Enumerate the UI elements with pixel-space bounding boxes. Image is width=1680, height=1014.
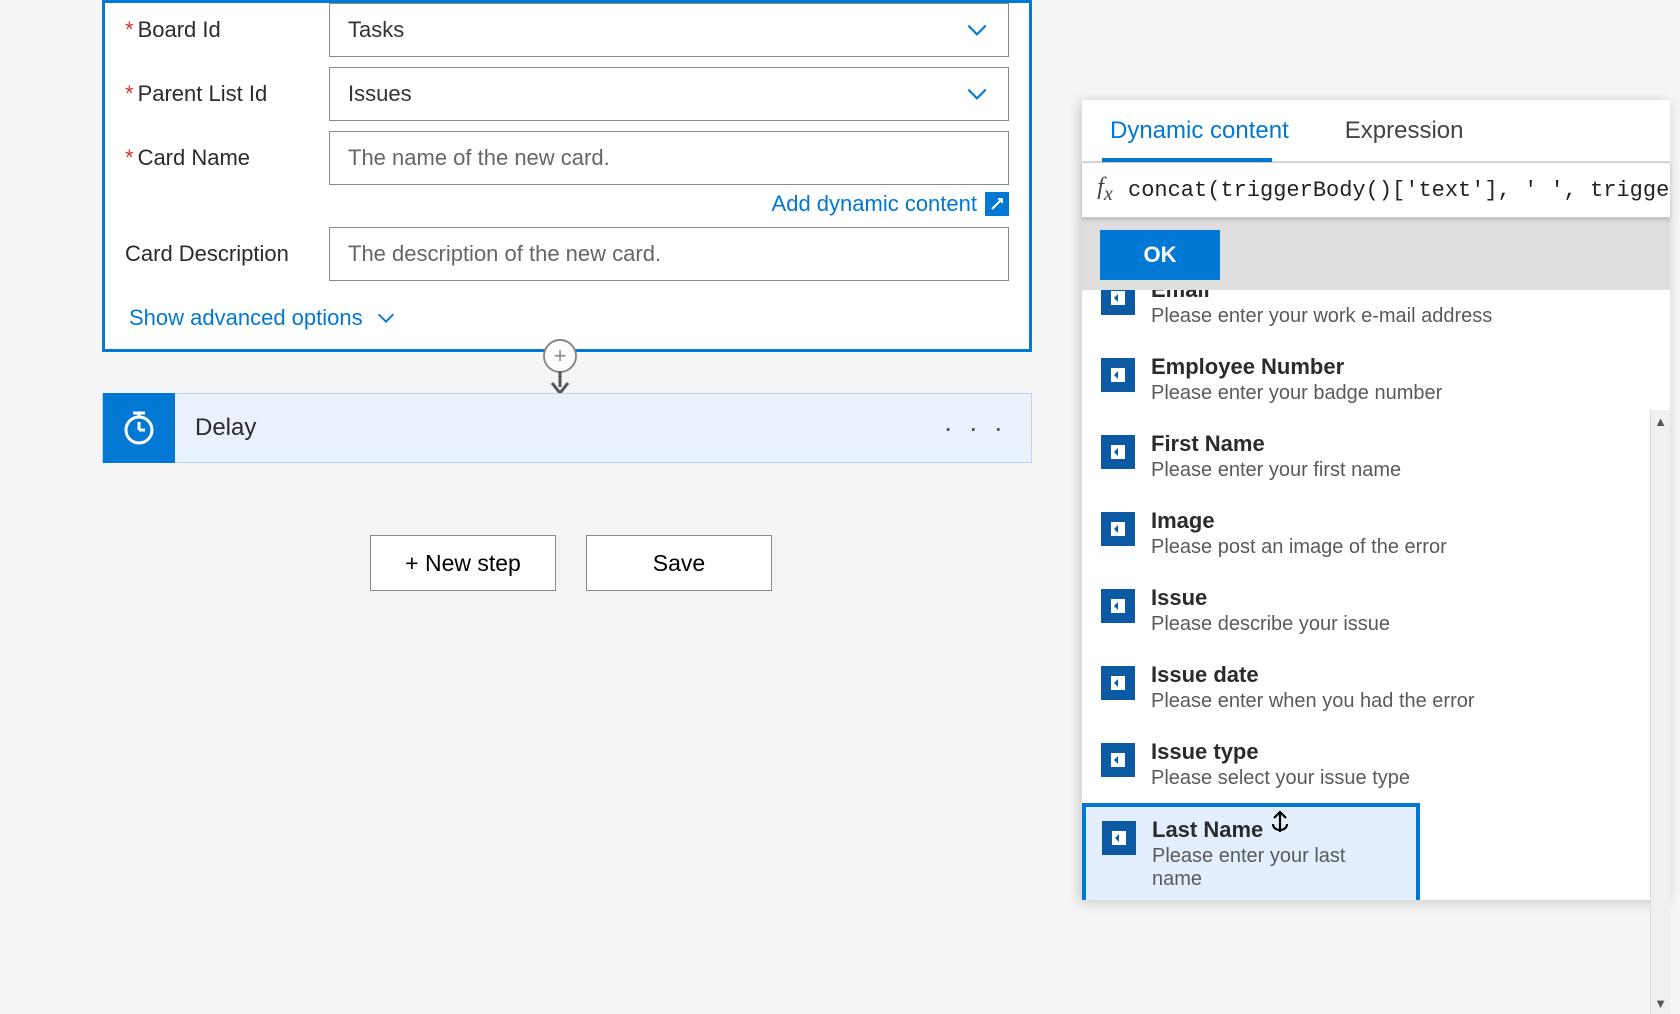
delay-icon	[103, 393, 175, 463]
chevron-down-icon	[964, 17, 990, 43]
forms-icon	[1101, 290, 1135, 315]
chevron-down-icon	[375, 307, 397, 329]
forms-icon	[1102, 821, 1136, 855]
add-dynamic-content-link[interactable]: Add dynamic content	[772, 191, 977, 217]
dc-item-image[interactable]: ImagePlease post an image of the error	[1082, 495, 1670, 572]
tab-expression[interactable]: Expression	[1317, 100, 1492, 161]
forms-icon	[1101, 512, 1135, 546]
expression-input[interactable]: concat(triggerBody()['text'], ' ', trigg…	[1128, 178, 1670, 203]
action-more-menu[interactable]: · · ·	[943, 412, 1007, 444]
dc-item-employee-number[interactable]: Employee NumberPlease enter your badge n…	[1082, 341, 1670, 418]
board-id-select[interactable]: Tasks	[329, 3, 1009, 57]
forms-icon	[1101, 358, 1135, 392]
forms-icon	[1101, 435, 1135, 469]
dc-item-email[interactable]: EmailPlease enter your work e-mail addre…	[1082, 290, 1670, 341]
dc-item-last-name[interactable]: Last NamePlease enter your last name	[1082, 803, 1420, 900]
delay-title: Delay	[195, 414, 943, 442]
save-button[interactable]: Save	[586, 535, 772, 591]
create-card-action: *Board Id Tasks *Parent List Id Issues	[102, 0, 1032, 352]
dynamic-content-list[interactable]: EmailPlease enter your work e-mail addre…	[1082, 290, 1670, 900]
dynamic-content-flyout: Dynamic content Expression fx concat(tri…	[1082, 100, 1670, 900]
scroll-down-icon[interactable]: ▼	[1651, 992, 1670, 1014]
add-step-between-icon[interactable]: +	[543, 339, 577, 373]
tab-dynamic-content[interactable]: Dynamic content	[1082, 100, 1317, 161]
flow-connector: +	[543, 339, 577, 395]
fx-icon: fx	[1082, 174, 1128, 206]
card-description-label: Card Description	[125, 227, 329, 267]
parent-list-id-select[interactable]: Issues	[329, 67, 1009, 121]
card-name-input[interactable]: The name of the new card.	[329, 131, 1009, 185]
forms-icon	[1101, 743, 1135, 777]
add-dynamic-content-icon[interactable]	[985, 192, 1009, 216]
dc-item-issue-type[interactable]: Issue typePlease select your issue type	[1082, 726, 1670, 803]
arrow-down-icon	[549, 371, 571, 395]
dc-item-issue[interactable]: IssuePlease describe your issue	[1082, 572, 1670, 649]
scrollbar[interactable]: ▲ ▼	[1650, 410, 1670, 1014]
card-name-label: *Card Name	[125, 131, 329, 171]
dc-item-issue-date[interactable]: Issue datePlease enter when you had the …	[1082, 649, 1670, 726]
board-id-label: *Board Id	[125, 3, 329, 43]
scroll-up-icon[interactable]: ▲	[1651, 410, 1670, 432]
ok-button[interactable]: OK	[1100, 230, 1220, 280]
parent-list-id-label: *Parent List Id	[125, 67, 329, 107]
new-step-button[interactable]: + New step	[370, 535, 556, 591]
card-description-input[interactable]: The description of the new card.	[329, 227, 1009, 281]
dc-item-first-name[interactable]: First NamePlease enter your first name	[1082, 418, 1670, 495]
delay-action-card[interactable]: Delay · · ·	[102, 393, 1032, 463]
forms-icon	[1101, 666, 1135, 700]
show-advanced-options[interactable]: Show advanced options	[129, 305, 397, 331]
chevron-down-icon	[964, 81, 990, 107]
forms-icon	[1101, 589, 1135, 623]
